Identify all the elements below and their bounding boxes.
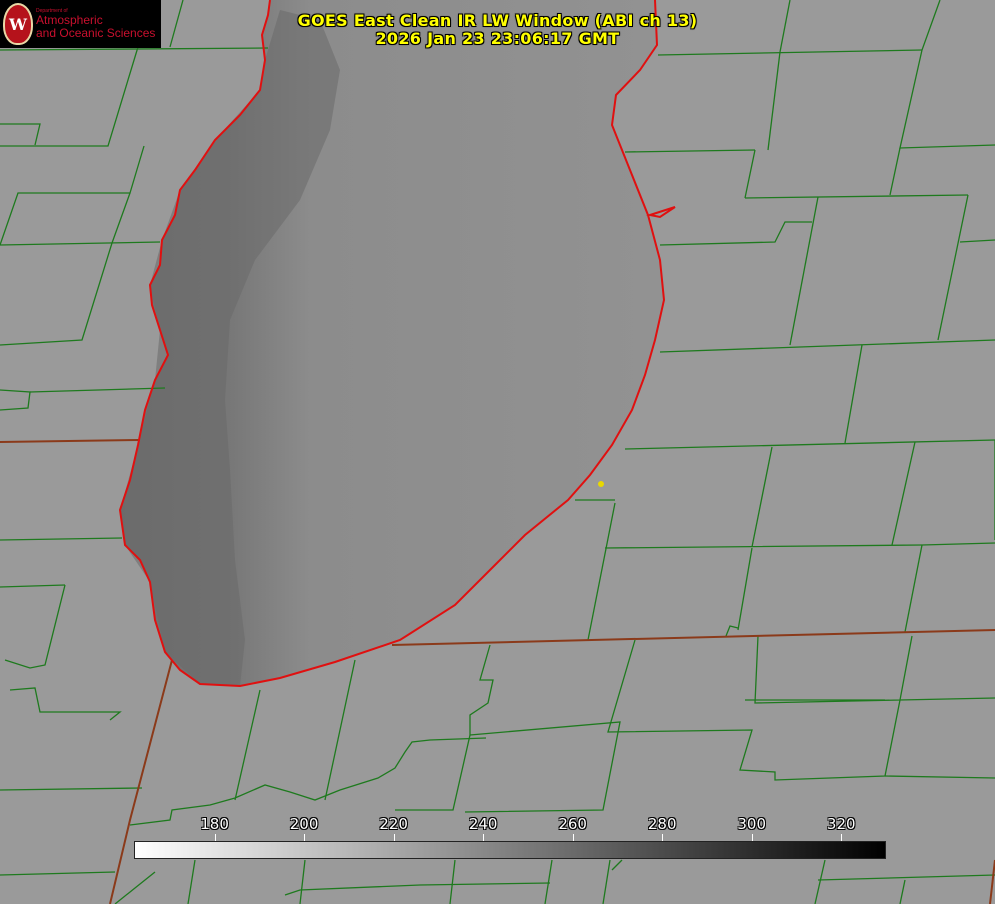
colorbar-tick-label: 300 <box>737 815 767 833</box>
colorbar-tick-label: 200 <box>289 815 319 833</box>
station-marker[interactable] <box>598 481 604 487</box>
colorbar-tick <box>304 834 306 841</box>
colorbar-tick <box>662 834 664 841</box>
colorbar-tick <box>393 834 395 841</box>
colorbar-tick <box>572 834 574 841</box>
colorbar <box>134 841 886 859</box>
colorbar-tick <box>214 834 216 841</box>
colorbar-tick-label: 180 <box>200 815 229 833</box>
colorbar-tick-label: 320 <box>826 815 856 833</box>
image-title: GOES East Clean IR LW Window (ABI ch 13) <box>297 11 698 30</box>
colorbar-tick-label: 240 <box>468 815 498 833</box>
colorbar-tick <box>751 834 753 841</box>
colorbar-tick-label: 280 <box>647 815 677 833</box>
satellite-map[interactable] <box>0 0 995 904</box>
colorbar-tick-label: 260 <box>558 815 587 833</box>
colorbar-tick <box>483 834 485 841</box>
colorbar-tick <box>841 834 843 841</box>
colorbar-tick-label: 220 <box>379 815 408 833</box>
image-timestamp: 2026 Jan 23 23:06:17 GMT <box>375 29 620 48</box>
